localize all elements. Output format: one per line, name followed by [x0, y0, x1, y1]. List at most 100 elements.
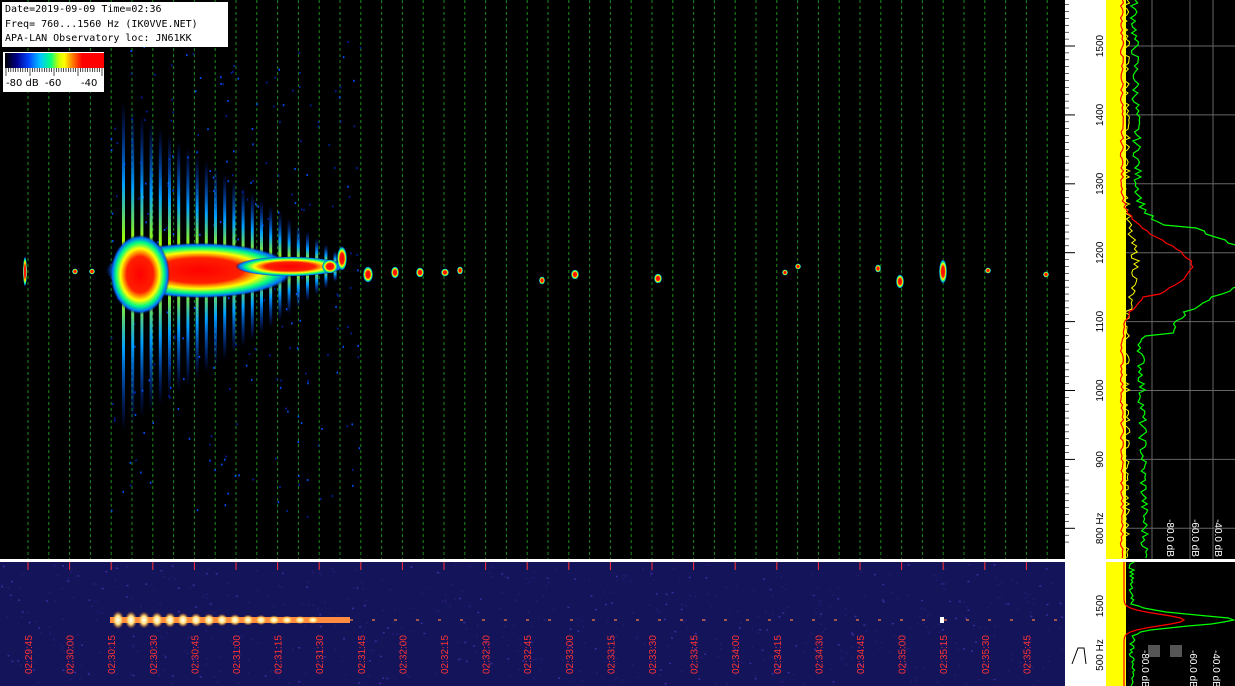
overview-noise — [298, 680, 301, 683]
overview-noise — [205, 572, 208, 575]
overview-noise — [700, 657, 703, 659]
overview-noise — [318, 571, 321, 574]
overview-noise — [18, 599, 21, 601]
overview-noise — [569, 628, 572, 631]
noise-speck — [290, 322, 293, 325]
overview-noise — [986, 606, 989, 609]
overview-noise — [704, 653, 707, 655]
overview-noise — [210, 637, 213, 640]
noise-speck — [220, 76, 222, 79]
overview-noise — [854, 615, 857, 618]
noise-speck — [173, 335, 176, 338]
overview-noise — [131, 644, 134, 646]
overview-trace-dot — [856, 619, 859, 621]
overview-noise — [714, 594, 717, 597]
overview-noise — [535, 600, 538, 602]
overview-noise — [532, 677, 535, 679]
noise-speck — [317, 120, 320, 123]
overview-noise — [1061, 649, 1064, 651]
noise-speck — [356, 253, 358, 256]
overview-noise — [891, 591, 894, 593]
noise-speck — [250, 181, 252, 184]
overview-noise — [1006, 566, 1009, 569]
echo-blip — [896, 274, 904, 289]
overview-noise — [837, 598, 840, 600]
overview-noise — [1039, 585, 1042, 587]
noise-speck — [307, 379, 310, 382]
noise-speck — [145, 221, 147, 224]
overview-noise — [680, 603, 683, 606]
noise-speck — [209, 443, 211, 446]
overview-noise — [504, 625, 507, 627]
overview-noise — [93, 583, 96, 585]
noise-speck — [279, 120, 281, 123]
overview-noise — [606, 621, 609, 624]
overview-noise — [682, 621, 685, 623]
overview-noise — [622, 578, 625, 580]
overview-noise — [636, 676, 639, 679]
overview-echo-burst — [203, 613, 215, 627]
overview-noise — [648, 604, 651, 607]
overview-noise — [1018, 665, 1021, 668]
overview-noise — [756, 631, 759, 634]
overview-noise — [984, 627, 987, 629]
overview-noise — [21, 611, 24, 613]
overview-noise — [226, 594, 229, 596]
x-tick-label: 02:34:00 — [731, 635, 742, 674]
noise-speck — [357, 269, 359, 272]
noise-speck — [196, 151, 198, 154]
overview-noise — [216, 681, 219, 683]
overview-noise — [407, 676, 410, 678]
overview-noise — [501, 591, 504, 594]
overview-noise — [543, 619, 546, 621]
overview-noise — [156, 629, 159, 632]
overview-trace-dot — [504, 619, 507, 621]
overview-noise — [594, 647, 597, 650]
overview-trace-dot — [1010, 619, 1013, 621]
noise-speck — [196, 509, 199, 512]
noise-speck — [297, 475, 300, 478]
overview-noise — [811, 571, 814, 574]
noise-speck — [266, 81, 268, 84]
noise-speck — [114, 417, 116, 420]
overview-noise — [882, 583, 885, 586]
echo-blip — [985, 267, 991, 274]
y-tick-label: 1500 — [1095, 34, 1106, 57]
noise-speck — [144, 119, 146, 121]
overview-noise — [1046, 603, 1049, 606]
noise-speck — [210, 435, 213, 438]
overview-noise — [955, 642, 958, 644]
overview-noise — [818, 603, 821, 606]
overview-noise — [582, 626, 585, 628]
echo-blip — [539, 276, 545, 285]
overview-noise — [69, 678, 72, 681]
x-tick-label: 02:30:45 — [190, 635, 201, 674]
overview-noise — [501, 573, 504, 575]
noise-speck — [225, 455, 227, 458]
overview-noise — [368, 660, 371, 662]
echo-blip — [795, 263, 801, 270]
noise-speck — [256, 103, 258, 106]
overview-noise — [435, 673, 438, 675]
overview-noise — [727, 609, 730, 611]
color-scale-label-mid: -60 — [45, 78, 62, 89]
noise-speck — [303, 208, 305, 211]
overview-noise — [376, 639, 379, 642]
echo-blip — [654, 273, 662, 284]
overview-noise — [319, 573, 322, 576]
overview-noise — [914, 680, 917, 682]
noise-speck — [340, 120, 342, 123]
overview-noise — [863, 624, 866, 626]
echo-blip — [782, 269, 788, 276]
overview-noise — [160, 636, 163, 639]
noise-speck — [237, 238, 239, 241]
overview-noise — [539, 658, 542, 660]
noise-speck — [228, 388, 231, 391]
overview-noise — [116, 567, 119, 570]
overview-noise — [205, 597, 208, 600]
overview-noise — [88, 599, 91, 601]
overview-noise — [392, 633, 395, 635]
overview-noise — [621, 574, 624, 576]
overview-noise — [954, 674, 957, 676]
overview-noise — [59, 643, 62, 646]
